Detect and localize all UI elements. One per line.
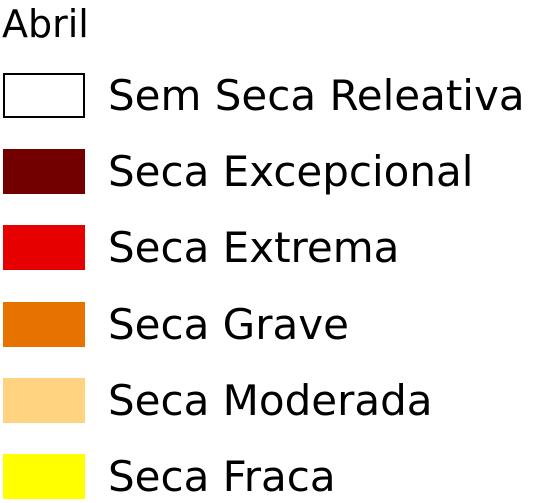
legend-swatch [3, 302, 85, 347]
legend-label: Seca Grave [108, 300, 349, 349]
legend-item-seca-extrema: Seca Extrema [0, 223, 536, 272]
legend-item-seca-moderada: Seca Moderada [0, 376, 536, 425]
legend-label: Seca Moderada [108, 376, 433, 425]
legend-label: Seca Extrema [108, 223, 400, 272]
map-legend: Abril Sem Seca Releativa Seca Excepciona… [0, 0, 536, 503]
legend-swatch [3, 73, 85, 118]
legend-title: Abril [2, 2, 89, 46]
legend-item-seca-grave: Seca Grave [0, 300, 536, 349]
legend-label: Seca Fraca [108, 452, 336, 501]
legend-swatch [3, 378, 85, 423]
legend-item-seca-excepcional: Seca Excepcional [0, 147, 536, 196]
legend-swatch [3, 225, 85, 270]
legend-item-seca-fraca: Seca Fraca [0, 452, 536, 501]
legend-item-sem-seca-releativa: Sem Seca Releativa [0, 71, 536, 120]
legend-swatch [3, 454, 85, 499]
legend-label: Seca Excepcional [108, 147, 474, 196]
legend-swatch [3, 149, 85, 194]
legend-label: Sem Seca Releativa [108, 71, 525, 120]
